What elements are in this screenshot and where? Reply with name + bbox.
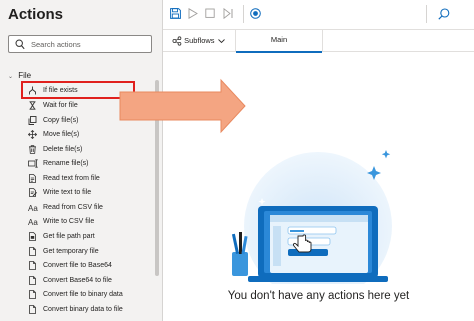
search-input[interactable]	[31, 37, 149, 51]
file-icon	[29, 261, 36, 270]
tab-main-indicator	[236, 51, 322, 53]
file-icon	[29, 276, 36, 285]
svg-text:Aa: Aa	[28, 218, 38, 226]
chevron-down-icon	[217, 39, 225, 44]
subflows-label: Subflows	[184, 36, 215, 45]
action-label: Write to CSV file	[43, 218, 95, 225]
action-label: Get temporary file	[43, 248, 99, 255]
file-icon	[29, 290, 36, 299]
tab-main[interactable]: Main	[235, 30, 323, 53]
action-delete-files[interactable]: Delete file(s)	[28, 143, 150, 156]
move-icon	[28, 130, 37, 139]
svg-text:Aa: Aa	[28, 204, 38, 212]
action-write-to-csv-file[interactable]: Aa Write to CSV file	[28, 215, 150, 228]
action-get-file-path-part[interactable]: Get file path part	[28, 230, 150, 243]
file-text-icon	[29, 174, 36, 183]
action-label: Read from CSV file	[43, 204, 103, 211]
action-label: Convert Base64 to file	[43, 277, 112, 284]
group-file[interactable]: ⌄ File	[8, 71, 31, 81]
chevron-down-icon: ⌄	[8, 74, 14, 80]
action-label: Convert file to binary data	[43, 291, 123, 298]
empty-state-illustration	[231, 150, 392, 284]
action-read-text-from-file[interactable]: Read text from file	[28, 172, 150, 185]
tab-main-label: Main	[270, 35, 288, 44]
group-label: File	[18, 71, 32, 80]
file-path-icon	[29, 232, 36, 241]
action-convert-binary-data-to-file[interactable]: Convert binary data to file	[28, 303, 150, 316]
tabs-bar: Subflows Main	[163, 30, 474, 53]
run-icon[interactable]	[188, 8, 198, 19]
file-icon	[29, 305, 36, 314]
actions-panel: Actions ⌄ File If file exists Wait for f…	[0, 0, 163, 321]
action-convert-file-to-binary-data[interactable]: Convert file to binary data	[28, 288, 150, 301]
record-icon[interactable]	[250, 8, 261, 19]
file-write-icon	[29, 188, 37, 197]
hourglass-icon	[29, 101, 36, 110]
rename-icon	[28, 159, 38, 168]
action-label: Delete file(s)	[43, 146, 83, 153]
action-get-temporary-file[interactable]: Get temporary file	[28, 245, 150, 258]
step-icon[interactable]	[223, 8, 233, 19]
action-convert-file-to-base64[interactable]: Convert file to Base64	[28, 259, 150, 272]
search-icon	[15, 39, 25, 50]
text-aa-icon: Aa	[28, 204, 38, 212]
actions-title: Actions	[8, 6, 64, 23]
toolbar-divider	[426, 5, 427, 23]
stop-icon[interactable]	[205, 8, 215, 19]
action-write-text-to-file[interactable]: Write text to file	[28, 186, 150, 199]
action-label: Copy file(s)	[43, 117, 79, 124]
search-box[interactable]	[8, 35, 152, 53]
action-read-from-csv-file[interactable]: Aa Read from CSV file	[28, 201, 150, 214]
save-icon[interactable]	[170, 8, 181, 19]
text-aa-icon: Aa	[28, 218, 38, 226]
trash-icon	[29, 145, 36, 154]
file-icon	[29, 247, 36, 256]
search-icon[interactable]	[438, 8, 450, 20]
toolbar-divider	[243, 5, 244, 23]
action-label: Wait for file	[43, 102, 78, 109]
action-label: Convert file to Base64	[43, 262, 112, 269]
empty-state-message: You don't have any actions here yet	[227, 290, 410, 302]
action-rename-files[interactable]: Rename file(s)	[28, 157, 150, 170]
subflows-dropdown[interactable]: Subflows	[172, 34, 226, 48]
arrow-annotation	[119, 78, 246, 134]
subflows-icon	[172, 36, 182, 46]
action-label: Move file(s)	[43, 131, 80, 138]
action-label: Write text to file	[43, 189, 92, 196]
copy-icon	[28, 116, 37, 125]
action-label: Get file path part	[43, 233, 95, 240]
toolbar	[163, 0, 474, 30]
action-label: Rename file(s)	[43, 160, 89, 167]
action-label: Convert binary data to file	[43, 306, 123, 313]
action-label: Read text from file	[43, 175, 100, 182]
action-convert-base64-to-file[interactable]: Convert Base64 to file	[28, 274, 150, 287]
